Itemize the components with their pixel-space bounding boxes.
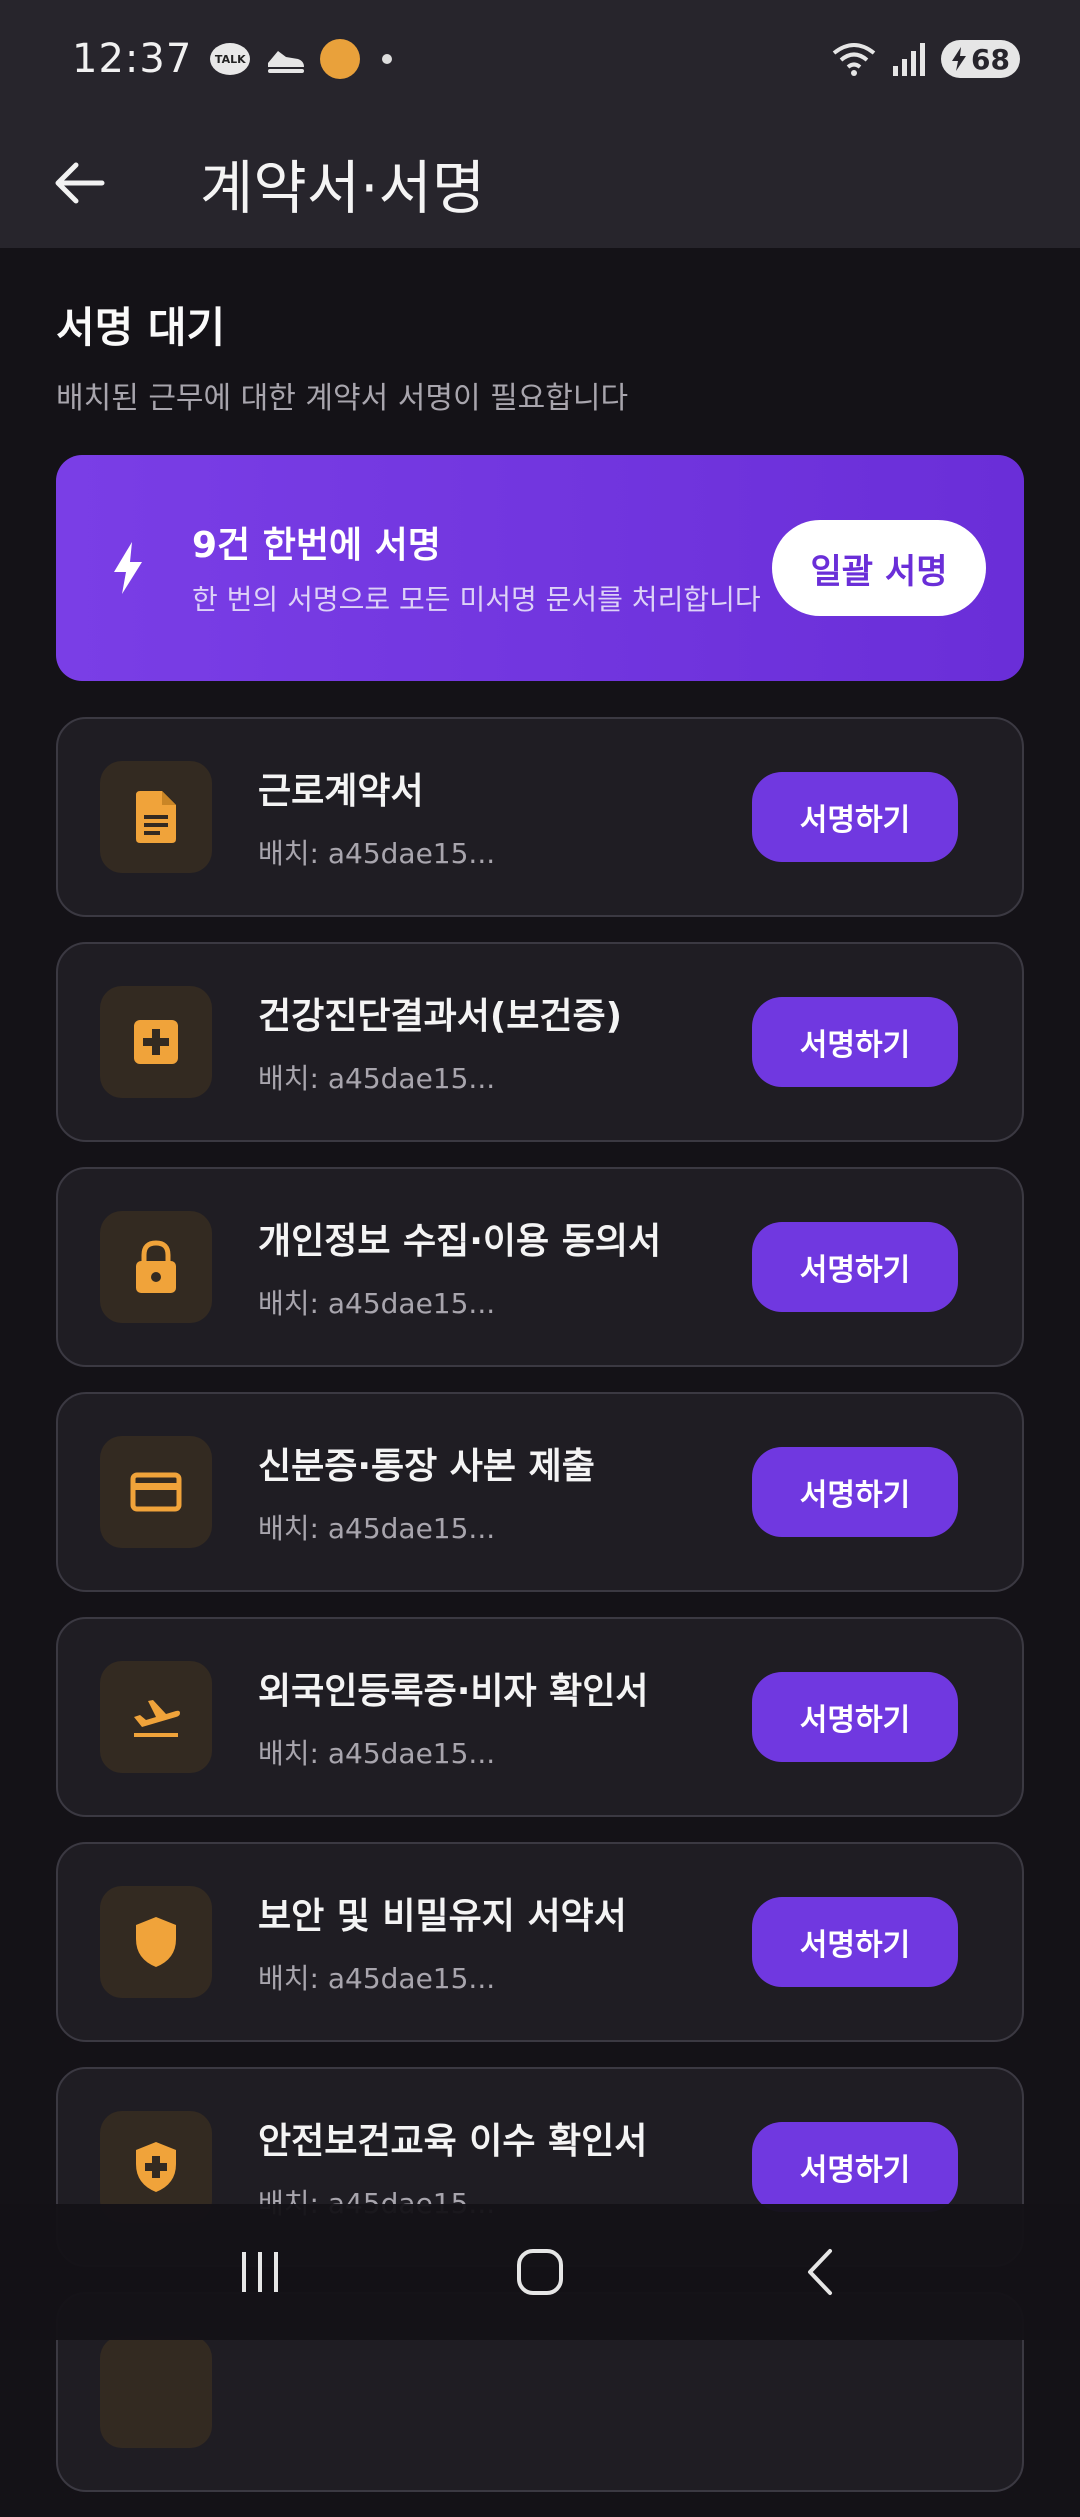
- shoe-icon: [268, 51, 305, 73]
- document-card[interactable]: 근로계약서 배치: a45dae15... 서명하기: [56, 717, 1024, 917]
- banner-title: 9건 한번에 서명: [192, 525, 441, 566]
- document-card[interactable]: 외국인등록증·비자 확인서 배치: a45dae15... 서명하기: [56, 1617, 1024, 1817]
- document-icon-box: [100, 761, 212, 873]
- document-title: 보안 및 비밀유지 서약서: [258, 1896, 627, 1937]
- document-card[interactable]: 보안 및 비밀유지 서약서 배치: a45dae15... 서명하기: [56, 1842, 1024, 2042]
- back-button[interactable]: [30, 133, 130, 233]
- sign-button[interactable]: 서명하기: [752, 2122, 958, 2212]
- chevron-left-icon: [808, 2249, 832, 2295]
- home-icon: [517, 2249, 563, 2295]
- batch-sign-banner: 9건 한번에 서명 한 번의 서명으로 모든 미서명 문서를 처리합니다 일괄 …: [56, 455, 1024, 681]
- document-title: 개인정보 수집·이용 동의서: [258, 1221, 662, 1262]
- document-title: 신분증·통장 사본 제출: [258, 1446, 595, 1487]
- sign-button[interactable]: 서명하기: [752, 1672, 958, 1762]
- sign-button[interactable]: 서명하기: [752, 1222, 958, 1312]
- status-time: 12:37: [72, 36, 193, 82]
- document-title: 건강진단결과서(보건증): [258, 996, 623, 1037]
- document-icon-box: [100, 1436, 212, 1548]
- document-card[interactable]: 건강진단결과서(보건증) 배치: a45dae15... 서명하기: [56, 942, 1024, 1142]
- document-subtitle: 배치: a45dae15...: [258, 1287, 496, 1320]
- more-notifications-dot: [382, 54, 393, 64]
- airplane-icon: [134, 1700, 180, 1737]
- document-subtitle: 배치: a45dae15...: [258, 1962, 496, 1995]
- medical-plus-icon: [134, 1020, 178, 1064]
- document-card[interactable]: 신분증·통장 사본 제출 배치: a45dae15... 서명하기: [56, 1392, 1024, 1592]
- signal-icon: [893, 43, 926, 76]
- sign-button[interactable]: 서명하기: [752, 997, 958, 1087]
- document-title: 외국인등록증·비자 확인서: [258, 1671, 649, 1712]
- charging-bolt-icon: [952, 47, 967, 71]
- banner-text: 9건 한번에 서명 한 번의 서명으로 모든 미서명 문서를 처리합니다: [192, 516, 772, 620]
- banner-description: 한 번의 서명으로 모든 미서명 문서를 처리합니다: [192, 583, 761, 616]
- document-icon-box: [100, 1661, 212, 1773]
- document-icon-box: [100, 1211, 212, 1323]
- home-button[interactable]: [480, 2222, 600, 2322]
- section-title: 서명 대기: [56, 303, 226, 352]
- document-card[interactable]: 개인정보 수집·이용 동의서 배치: a45dae15... 서명하기: [56, 1167, 1024, 1367]
- document-icon-box: [100, 2336, 212, 2448]
- sign-button[interactable]: 서명하기: [752, 1897, 958, 1987]
- app-notification-icon: [320, 39, 361, 79]
- system-nav-bar: [0, 2204, 1080, 2340]
- battery-indicator: 68: [941, 40, 1020, 78]
- app-bar: 계약서·서명: [0, 118, 1080, 248]
- document-title: 근로계약서: [258, 771, 424, 812]
- document-icon: [136, 791, 176, 843]
- sign-button[interactable]: 서명하기: [752, 772, 958, 862]
- document-icon-box: [100, 1886, 212, 1998]
- recent-apps-button[interactable]: [200, 2222, 320, 2322]
- card-icon: [130, 1472, 182, 1512]
- document-subtitle: 배치: a45dae15...: [258, 1737, 496, 1770]
- document-subtitle: 배치: a45dae15...: [258, 1062, 496, 1095]
- recent-apps-icon: [242, 2252, 278, 2292]
- notification-icons: TALK: [210, 39, 393, 79]
- lock-icon: [136, 1240, 176, 1293]
- document-title: 안전보건교육 이수 확인서: [258, 2121, 648, 2162]
- status-bar: 12:37 TALK 68: [0, 0, 1080, 118]
- document-subtitle: 배치: a45dae15...: [258, 837, 496, 870]
- arrow-left-icon: [55, 162, 105, 204]
- back-nav-button[interactable]: [760, 2222, 880, 2322]
- battery-level: 68: [971, 42, 1010, 76]
- kakaotalk-icon: TALK: [210, 43, 251, 75]
- shield-icon: [136, 1917, 176, 1967]
- document-subtitle: 배치: a45dae15...: [258, 1512, 496, 1545]
- main-content: 서명 대기 배치된 근무에 대한 계약서 서명이 필요합니다 9건 한번에 서명…: [56, 248, 1024, 2517]
- page-title: 계약서·서명: [200, 154, 486, 222]
- sign-button[interactable]: 서명하기: [752, 1447, 958, 1537]
- document-icon-box: [100, 986, 212, 1098]
- wifi-icon: [832, 43, 876, 76]
- shield-plus-icon: [136, 2142, 176, 2192]
- section-subtitle: 배치된 근무에 대한 계약서 서명이 필요합니다: [56, 381, 629, 416]
- lightning-icon: [114, 542, 142, 594]
- batch-sign-button[interactable]: 일괄 서명: [772, 520, 986, 616]
